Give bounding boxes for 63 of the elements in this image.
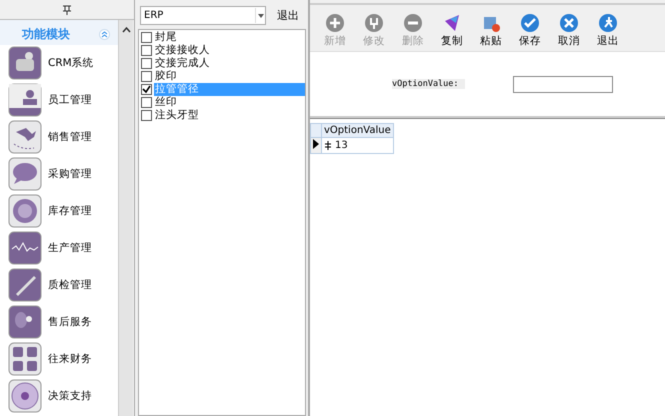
module-label: 采购管理 [48,167,92,181]
module-item[interactable]: 往来财务 [0,341,118,378]
checkbox[interactable] [141,71,152,82]
module-label: 库存管理 [48,204,92,218]
module-item[interactable]: 员工管理 [0,82,118,119]
field-label: vOptionValue: [392,79,465,89]
pen-icon [8,268,42,302]
module-label: 销售管理 [48,130,92,144]
module-item[interactable]: 采购管理 [0,156,118,193]
option-item[interactable]: 封尾 [154,31,305,44]
module-item[interactable]: CRM系统 [0,45,118,82]
module-item[interactable]: 销售管理 [0,119,118,156]
dropdown-arrow-icon[interactable] [258,14,264,18]
exit-button[interactable]: 退出 [272,6,304,25]
table-cell: 13 [322,138,394,154]
module-label: 售后服务 [48,315,92,329]
checkbox[interactable] [141,97,152,108]
id-card-icon [8,83,42,117]
speech-bubble-icon [8,157,42,191]
collapse-icon[interactable] [99,29,110,40]
module-label: 质检管理 [48,278,92,292]
option-item[interactable]: 注头牙型 [154,109,305,122]
compass-icon [8,379,42,413]
sidebar-title: 功能模块 [22,26,70,43]
remove-icon [403,13,423,33]
option-item[interactable]: 胶印 [154,70,305,83]
pin-icon[interactable] [62,4,72,14]
calculator-icon [8,342,42,376]
option-item[interactable]: 交接接收人 [154,44,305,57]
plug-icon [364,13,384,33]
add-icon [325,13,345,33]
erp-dropdown[interactable]: ERP [140,6,266,25]
module-label: 生产管理 [48,241,92,255]
running-person-icon [598,13,618,33]
module-item[interactable]: 生产管理 [0,230,118,267]
toolbar-button[interactable]: 复制 [433,13,471,51]
module-item[interactable]: 决策支持 [0,378,118,415]
module-label: CRM系统 [48,56,94,70]
toolbar-button[interactable]: 退出 [589,13,627,51]
checkbox[interactable] [141,84,152,95]
airplane-icon [8,120,42,154]
checkbox[interactable] [141,32,152,43]
option-item[interactable]: 丝印 [154,96,305,109]
corner-cell [310,124,322,138]
edit-mark-icon [324,141,332,150]
checkbox[interactable] [141,58,152,69]
toolbar-button[interactable]: 取消 [550,13,588,51]
module-label: 往来财务 [48,352,92,366]
toolbar-button[interactable]: 保存 [511,13,549,51]
people-icon [8,46,42,80]
module-label: 员工管理 [48,93,92,107]
checkbox[interactable] [141,45,152,56]
module-label: 决策支持 [48,389,92,403]
module-item[interactable]: 售后服务 [0,304,118,341]
checkbox[interactable] [141,110,152,121]
module-item[interactable]: 库存管理 [0,193,118,230]
value-input[interactable] [513,76,613,92]
column-header[interactable]: vOptionValue [322,124,394,138]
check-icon [520,13,540,33]
option-item[interactable]: 交接完成人 [154,57,305,70]
toolbar-button[interactable]: 粘贴 [472,13,510,51]
close-icon [559,13,579,33]
module-item[interactable]: 质检管理 [0,267,118,304]
